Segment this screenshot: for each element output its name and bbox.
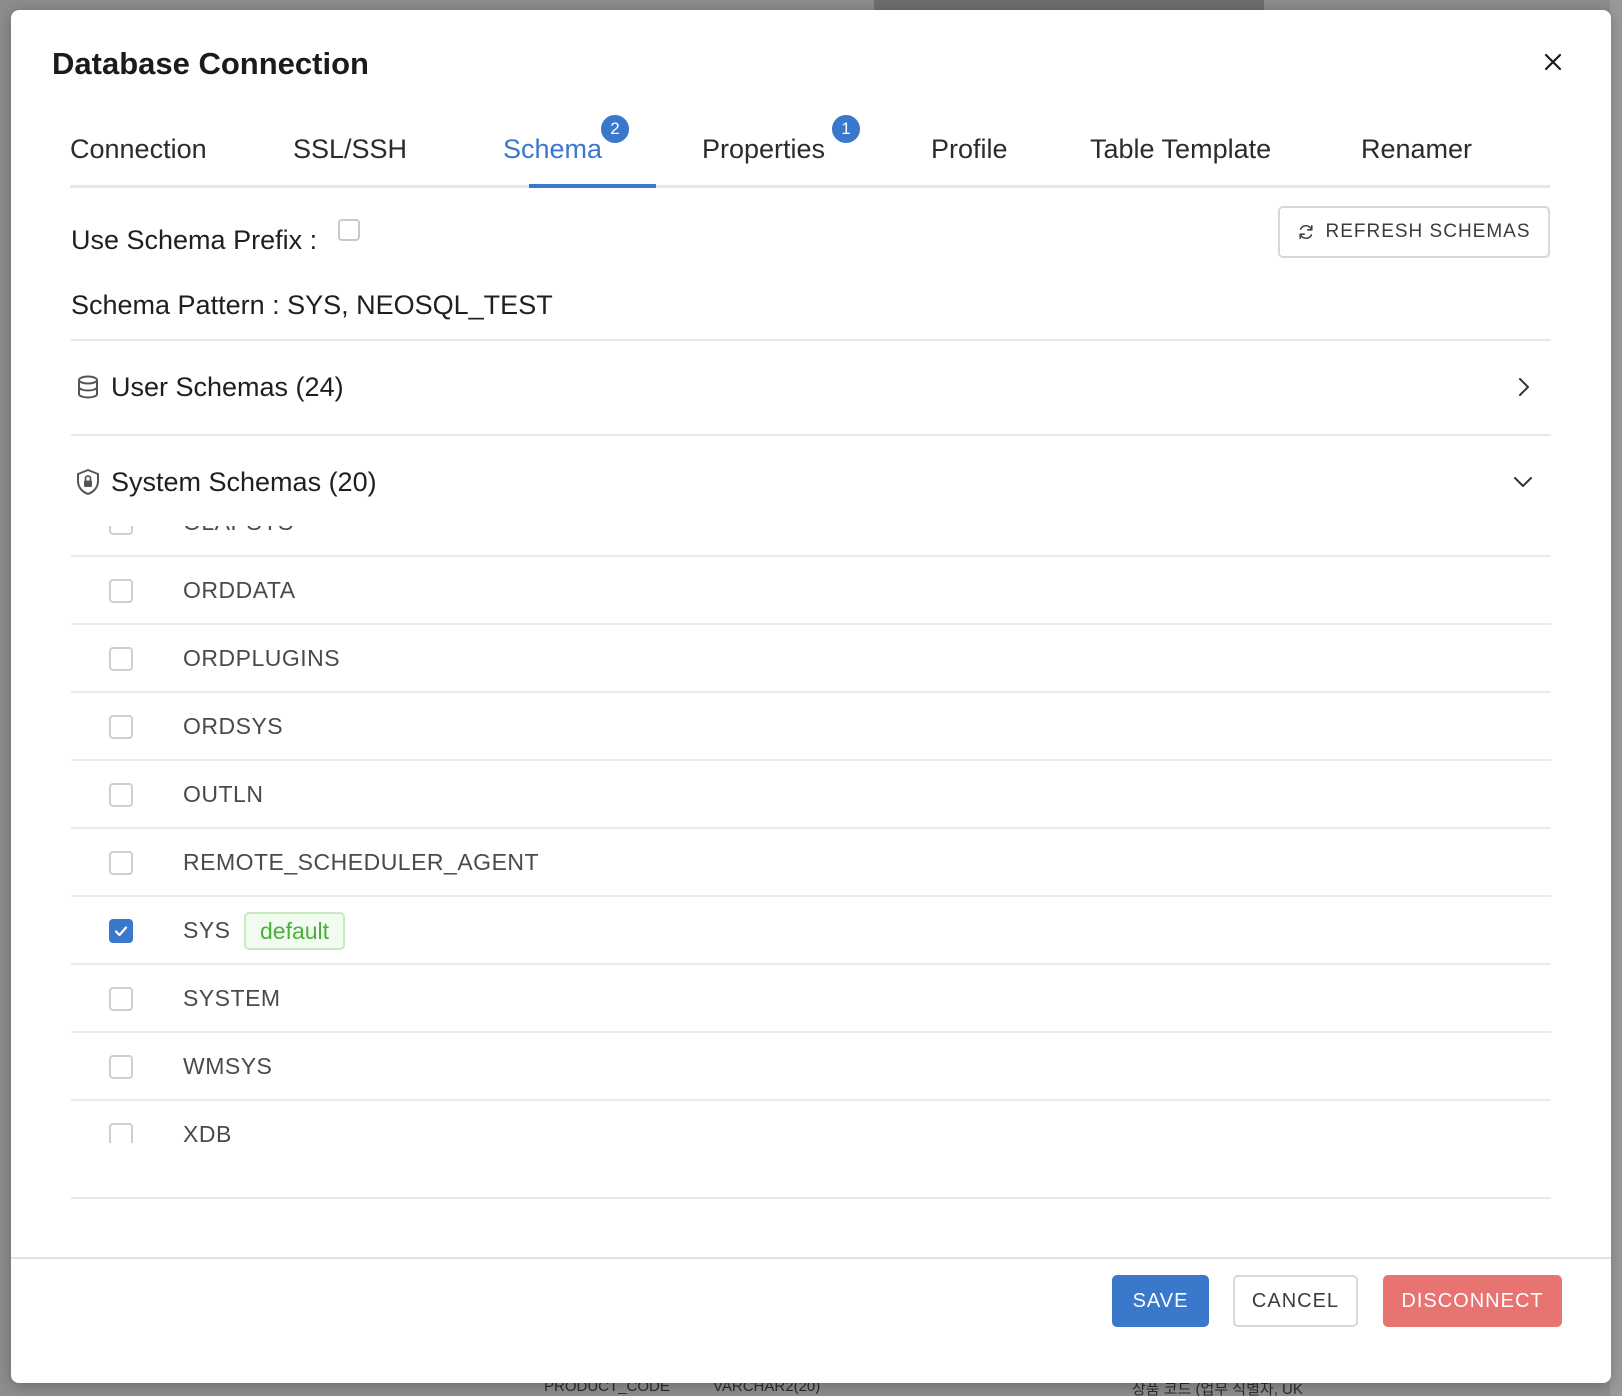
tab-properties[interactable]: Properties: [702, 110, 825, 188]
tab-label: Schema: [503, 133, 603, 164]
tab-schema-badge: 2: [599, 113, 631, 145]
tab-ssl-ssh[interactable]: SSL/SSH: [293, 110, 407, 188]
tab-label: Renamer: [1361, 133, 1473, 164]
schema-row[interactable]: WMSYS: [71, 1033, 1551, 1101]
tab-table-template[interactable]: Table Template: [1090, 110, 1271, 188]
schema-name: ORDDATA: [183, 577, 296, 603]
schema-checkbox[interactable]: [109, 579, 133, 603]
database-icon: [75, 373, 101, 401]
schema-name: ORDSYS: [183, 713, 284, 739]
user-schemas-header[interactable]: User Schemas (24): [71, 340, 1551, 434]
schema-row[interactable]: ORDSYS: [71, 693, 1551, 761]
refresh-icon: [1299, 224, 1314, 240]
schema-checkbox[interactable]: [109, 526, 133, 535]
system-schemas-title: System Schemas (20): [111, 466, 377, 497]
schema-row[interactable]: OLAPSYS: [71, 526, 1551, 557]
schema-row[interactable]: XDB: [71, 1101, 1551, 1143]
cancel-button[interactable]: CANCEL: [1233, 1275, 1358, 1327]
schema-pattern-text: Schema Pattern : SYS, NEOSQL_TEST: [71, 290, 553, 320]
chevron-right-icon: [1511, 375, 1535, 399]
schema-checkbox[interactable]: [109, 851, 133, 875]
close-icon: [1544, 53, 1562, 71]
schema-row[interactable]: REMOTE_SCHEDULER_AGENT: [71, 829, 1551, 897]
footer-divider: [11, 1257, 1611, 1259]
tab-label: Profile: [931, 133, 1008, 164]
schema-name: WMSYS: [183, 1053, 273, 1079]
check-icon: [114, 926, 128, 937]
system-schemas-header[interactable]: System Schemas (20): [71, 435, 1551, 529]
tab-label: Properties: [702, 133, 826, 164]
schema-name: OUTLN: [183, 781, 264, 807]
default-tag: default: [244, 912, 346, 950]
save-button[interactable]: SAVE: [1112, 1275, 1209, 1327]
schema-prefix-label: Use Schema Prefix :: [71, 225, 318, 255]
schema-name: SYSTEM: [183, 985, 281, 1011]
schema-row[interactable]: ORDPLUGINS: [71, 625, 1551, 693]
schema-name: SYS: [183, 917, 231, 943]
close-button[interactable]: [1537, 46, 1569, 78]
schema-prefix-checkbox[interactable]: [338, 219, 360, 241]
schema-checkbox[interactable]: [109, 715, 133, 739]
schema-row[interactable]: SYS default: [71, 897, 1551, 965]
schema-checkbox[interactable]: [109, 919, 133, 943]
user-schemas-title: User Schemas (24): [111, 371, 344, 402]
schema-name: OLAPSYS: [183, 526, 294, 536]
schema-row[interactable]: OUTLN: [71, 761, 1551, 829]
schema-name: REMOTE_SCHEDULER_AGENT: [183, 849, 540, 875]
tab-connection[interactable]: Connection: [70, 110, 207, 188]
background-right-panel: [1610, 0, 1622, 1396]
background-toolbar: [874, 0, 1264, 10]
schema-row[interactable]: SYSTEM: [71, 965, 1551, 1033]
tab-label: Table Template: [1090, 133, 1272, 164]
refresh-schemas-label: REFRESH SCHEMAS: [1325, 221, 1531, 242]
tab-label: SSL/SSH: [293, 133, 408, 164]
refresh-schemas-button[interactable]: REFRESH SCHEMAS: [1278, 206, 1550, 258]
system-schema-rows: OLAPSYS ORDDATA ORDPLUGINS ORDSYS OUTLN REMOT…: [71, 526, 1551, 1143]
schema-checkbox[interactable]: [109, 1123, 133, 1143]
schema-checkbox[interactable]: [109, 1055, 133, 1079]
divider: [71, 1197, 1551, 1199]
schema-name: XDB: [183, 1121, 232, 1143]
schema-checkbox[interactable]: [109, 647, 133, 671]
tab-profile[interactable]: Profile: [931, 110, 1008, 188]
active-tab-indicator: [529, 184, 656, 188]
schema-checkbox[interactable]: [109, 987, 133, 1011]
schema-name: ORDPLUGINS: [183, 645, 341, 671]
shield-lock-icon: [75, 468, 101, 496]
tab-renamer[interactable]: Renamer: [1361, 110, 1472, 188]
tab-label: Connection: [70, 133, 207, 164]
dialog-title: Database Connection: [52, 46, 369, 81]
disconnect-button[interactable]: DISCONNECT: [1383, 1275, 1562, 1327]
schema-row[interactable]: ORDDATA: [71, 557, 1551, 625]
chevron-down-icon: [1511, 470, 1535, 494]
system-schema-list[interactable]: OLAPSYS ORDDATA ORDPLUGINS ORDSYS OUTLN REMOT…: [71, 526, 1551, 1143]
database-connection-dialog: Database Connection Connection SSL/SSH S…: [11, 10, 1611, 1383]
schema-checkbox[interactable]: [109, 783, 133, 807]
tab-bar: Connection SSL/SSH Schema 2 Properties 1…: [70, 110, 1550, 188]
tab-schema[interactable]: Schema: [503, 110, 602, 188]
tab-properties-badge: 1: [830, 113, 862, 145]
